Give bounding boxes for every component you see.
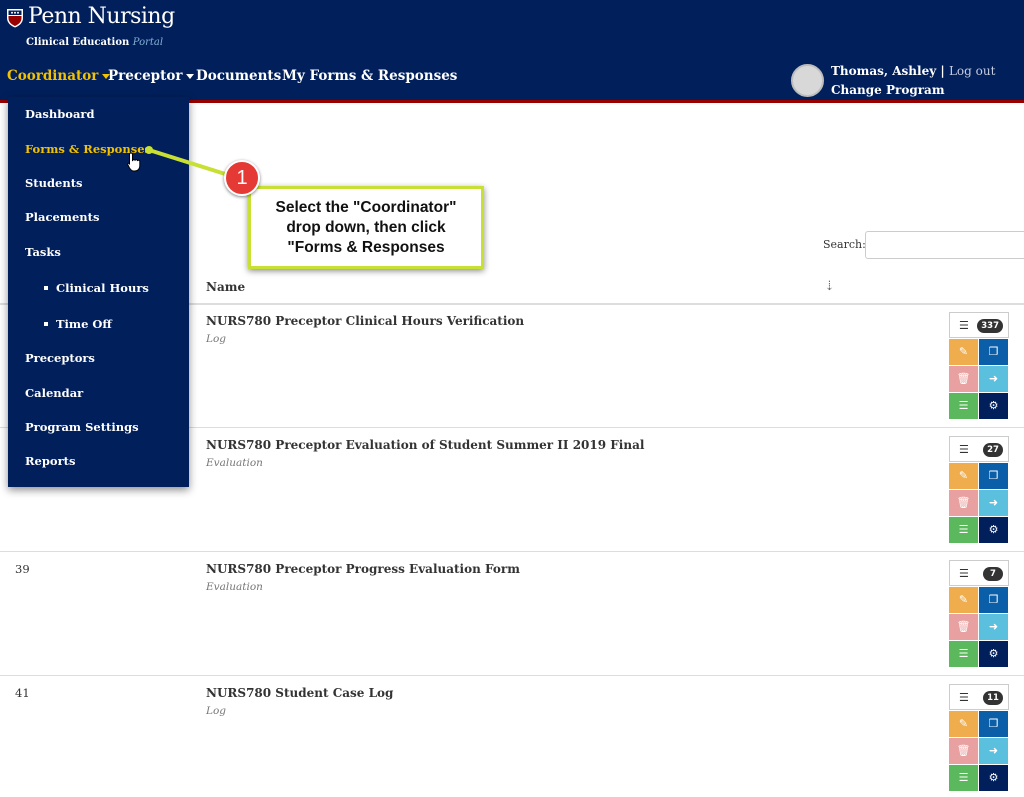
- callout-connector-line: [145, 146, 240, 180]
- callout-line: drop down, then click: [286, 219, 446, 236]
- callout-line: Select the "Coordinator": [275, 199, 457, 216]
- callout-line: "Forms & Responses: [287, 239, 445, 256]
- callout-step-number: 1: [224, 160, 260, 196]
- callout-instruction-box: Select the "Coordinator" drop down, then…: [248, 186, 484, 269]
